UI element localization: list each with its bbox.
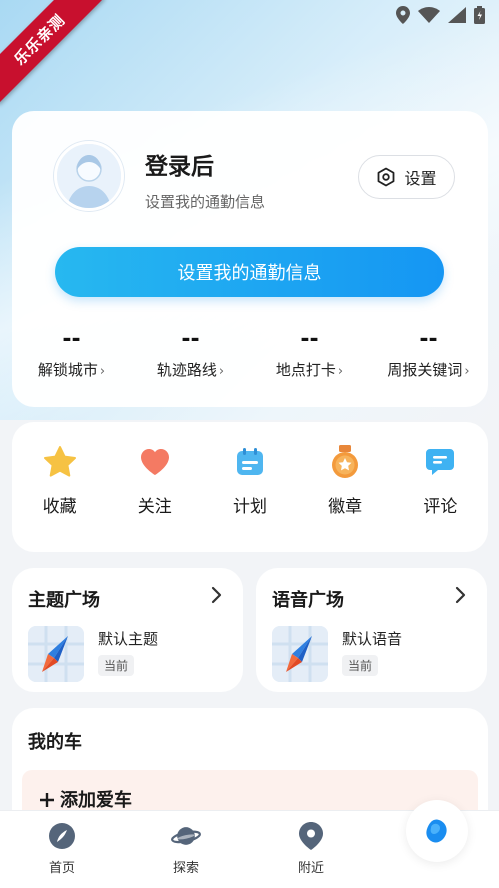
theme-plaza-card[interactable]: 主题广场 默认主题 当前: [12, 568, 243, 692]
theme-plaza-title: 主题广场: [28, 590, 100, 611]
settings-label: 设置: [404, 169, 437, 188]
location-pin-icon: [296, 821, 326, 851]
chevron-right-icon: ›: [218, 364, 225, 379]
shortcut-favorites[interactable]: 收藏: [12, 444, 107, 517]
assistant-button[interactable]: [406, 800, 468, 862]
navigation-arrow-icon: [28, 626, 84, 682]
tab-label: 探索: [172, 861, 199, 876]
stat-unlocked-cities[interactable]: -- 解锁城市 ›: [12, 325, 131, 380]
voice-item-name: 默认语音: [342, 630, 403, 648]
compass-icon: [47, 821, 77, 851]
stat-value: --: [62, 327, 81, 352]
plus-icon: [40, 793, 54, 807]
user-avatar-icon: [57, 144, 121, 208]
tab-home[interactable]: 首页: [22, 821, 102, 876]
chevron-right-icon: [211, 586, 223, 609]
shortcut-label: 徽章: [328, 497, 363, 517]
tab-label: 附近: [297, 861, 324, 876]
login-title[interactable]: 登录后: [145, 147, 214, 181]
shortcut-following[interactable]: 关注: [107, 444, 202, 517]
calendar-icon: [232, 444, 268, 480]
theme-item-name: 默认主题: [98, 630, 159, 648]
commute-subtitle: 设置我的通勤信息: [145, 193, 266, 211]
voice-plaza-title: 语音广场: [272, 590, 344, 611]
voice-plaza-card[interactable]: 语音广场 默认语音 当前: [256, 568, 487, 692]
tab-explore[interactable]: 探索: [146, 821, 226, 876]
stat-label: 解锁城市 ›: [37, 361, 106, 379]
chevron-right-icon: [455, 586, 467, 609]
current-badge: 当前: [98, 655, 135, 676]
tab-nearby[interactable]: 附近: [271, 821, 351, 876]
shortcut-label: 收藏: [42, 497, 77, 517]
stat-label: 周报关键词 ›: [387, 361, 470, 379]
chevron-right-icon: ›: [99, 364, 106, 379]
theme-thumbnail: [28, 626, 84, 682]
stat-value: --: [419, 327, 438, 352]
shortcut-label: 评论: [423, 497, 458, 517]
comment-icon: [422, 444, 458, 480]
settings-button[interactable]: 设置: [358, 155, 455, 199]
medal-icon: [327, 444, 363, 480]
stat-value: --: [300, 327, 319, 352]
my-car-title: 我的车: [28, 732, 82, 753]
shortcut-plan[interactable]: 计划: [202, 444, 297, 517]
shortcut-label: 关注: [137, 497, 172, 517]
gear-icon: [378, 167, 395, 187]
voice-thumbnail: [272, 626, 328, 682]
star-icon: [42, 444, 78, 480]
signal-icon: [448, 7, 466, 23]
tab-label: 首页: [48, 861, 75, 876]
shortcuts-card: 收藏 关注 计划 徽章 评论: [12, 422, 488, 552]
shortcut-badges[interactable]: 徽章: [298, 444, 393, 517]
status-icons: [396, 6, 485, 24]
add-car-label: 添加爱车: [40, 786, 132, 812]
assistant-blob-icon: [426, 819, 447, 843]
chevron-right-icon: ›: [464, 364, 470, 379]
profile-card: 登录后 设置我的通勤信息 设置 设置我的通勤信息 -- 解锁城市 › -- 轨迹路…: [12, 111, 488, 407]
wifi-icon: [418, 7, 440, 23]
shortcut-label: 计划: [232, 497, 267, 517]
avatar[interactable]: [54, 141, 124, 211]
battery-icon: [474, 6, 485, 24]
chevron-right-icon: ›: [337, 364, 344, 379]
planet-icon: [171, 821, 201, 851]
location-status-icon: [396, 6, 410, 24]
current-badge: 当前: [342, 655, 379, 676]
stat-place-checkins[interactable]: -- 地点打卡 ›: [250, 325, 369, 380]
heart-icon: [137, 444, 173, 480]
stats-row: -- 解锁城市 › -- 轨迹路线 › -- 地点打卡 › -- 周报关键词 ›: [12, 325, 488, 380]
stat-value: --: [181, 327, 200, 352]
stat-label: 地点打卡 ›: [275, 361, 344, 379]
set-commute-button[interactable]: 设置我的通勤信息: [55, 247, 444, 297]
stat-track-routes[interactable]: -- 轨迹路线 ›: [131, 325, 250, 380]
stat-weekly-keywords[interactable]: -- 周报关键词 ›: [369, 325, 488, 380]
shortcut-comments[interactable]: 评论: [393, 444, 488, 517]
navigation-arrow-icon: [272, 626, 328, 682]
stat-label: 轨迹路线 ›: [156, 361, 225, 379]
